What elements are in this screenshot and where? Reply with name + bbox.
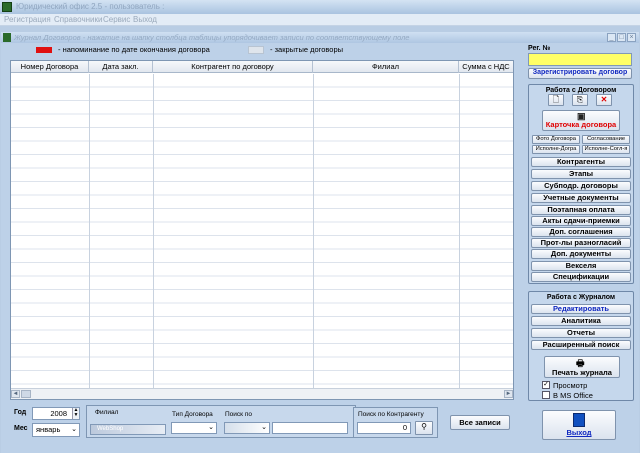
chevron-down-icon[interactable]: ⌄ — [261, 423, 267, 431]
col-divider — [89, 74, 90, 388]
btn-acceptance-acts[interactable]: Акты сдачи-приемки — [531, 216, 631, 226]
btn-accounting-docs[interactable]: Учетные документы — [531, 193, 631, 203]
reg-input[interactable] — [528, 53, 632, 66]
app-titlebar: Юридический офис 2.5 - пользователь : — [0, 0, 640, 14]
journal-panel-title: Работа с Журналом — [546, 294, 616, 301]
contracts-table[interactable]: Номер Договора Дата закл. Контрагент по … — [10, 60, 514, 400]
contract-type-select[interactable]: ⌄ — [171, 422, 217, 434]
month-select[interactable]: январь ⌄ — [32, 423, 80, 437]
app-logo-icon — [2, 2, 12, 12]
copy-doc-icon[interactable]: ⎘ — [572, 94, 588, 106]
chevron-down-icon[interactable]: ⌄ — [71, 424, 77, 436]
search-input[interactable] — [272, 422, 348, 434]
year-spinner-icon[interactable]: ▲ ▼ — [72, 408, 79, 419]
menu-references[interactable]: Справочники — [54, 15, 102, 24]
exit-door-icon — [573, 413, 585, 427]
approval-execution-button[interactable]: Исполне-Согл-я — [582, 145, 630, 154]
contract-photo-button[interactable]: Фото Договора — [532, 135, 580, 144]
contract-execution-button[interactable]: Исполне-Догра — [532, 145, 580, 154]
counterparty-search-input[interactable]: 0 — [357, 422, 411, 434]
chevron-down-icon[interactable]: ⌄ — [208, 423, 214, 431]
delete-icon[interactable]: ✕ — [596, 94, 612, 106]
btn-counterparties[interactable]: Контрагенты — [531, 157, 631, 167]
counterparty-search-label: Поиск по Контрагенту — [358, 411, 424, 418]
journal-icon — [3, 33, 11, 42]
btn-addenda[interactable]: Доп. соглашения — [531, 227, 631, 237]
print-journal-button[interactable]: 🖶 Печать журнала — [544, 356, 620, 378]
menu-exit[interactable]: Выход — [133, 15, 157, 24]
btn-extra-docs[interactable]: Доп. документы — [531, 249, 631, 259]
branch-label: Филиал — [95, 409, 119, 416]
register-contract-button[interactable]: Зарегистрировать договор — [528, 68, 632, 79]
col-divider — [459, 74, 460, 388]
close-icon[interactable]: × — [627, 33, 636, 42]
menu-service[interactable]: Сервис — [103, 15, 130, 24]
reminder-legend: - напоминание по дате окончания договора — [58, 45, 210, 54]
month-label: Мес — [14, 425, 28, 432]
exit-button[interactable]: Выход — [542, 410, 616, 440]
analytics-button[interactable]: Аналитика — [531, 316, 631, 326]
closed-legend: - закрытые договоры — [270, 45, 344, 54]
msoffice-label: В MS Office — [553, 391, 593, 400]
btn-disagreement-protocols[interactable]: Прот-лы разногласий — [531, 238, 631, 248]
scroll-right-icon[interactable]: ► — [504, 390, 513, 398]
scroll-left-icon[interactable]: ◄ — [11, 390, 20, 398]
contract-type-label: Тип Договора — [172, 411, 213, 418]
col-counterparty[interactable]: Контрагент по договору — [153, 61, 313, 73]
horizontal-scrollbar[interactable]: ◄ ► — [11, 388, 513, 399]
binoculars-icon[interactable]: ⚲ — [415, 421, 433, 435]
scroll-thumb[interactable] — [21, 390, 31, 398]
closed-swatch — [248, 46, 264, 54]
edit-button[interactable]: Редактировать — [531, 304, 631, 314]
branch-select[interactable]: WebShop — [90, 424, 166, 435]
col-date[interactable]: Дата закл. — [89, 61, 153, 73]
btn-subcontracts[interactable]: Субподр. договоры — [531, 181, 631, 191]
app-title: Юридический офис 2.5 - пользователь : — [16, 2, 165, 11]
journal-title: Журнал Договоров - нажатие на шапку стол… — [14, 33, 410, 42]
btn-specifications[interactable]: Спецификации — [531, 272, 631, 282]
card-icon: ▣ — [577, 111, 586, 121]
table-body[interactable] — [11, 74, 513, 388]
menubar: Регистрация Справочники Сервис Выход — [0, 14, 640, 26]
reg-label: Рег. № — [528, 45, 551, 52]
all-records-button[interactable]: Все записи — [450, 415, 510, 430]
table-header: Номер Договора Дата закл. Контрагент по … — [11, 61, 513, 73]
approval-button[interactable]: Согласование — [582, 135, 630, 144]
year-label: Год — [14, 409, 27, 416]
printer-icon: 🖶 — [576, 358, 585, 368]
col-branch[interactable]: Филиал — [313, 61, 459, 73]
journal-titlebar: Журнал Договоров - нажатие на шапку стол… — [1, 32, 639, 43]
preview-checkbox[interactable]: ✓ — [542, 381, 550, 389]
msoffice-checkbox[interactable] — [542, 391, 550, 399]
col-divider — [153, 74, 154, 388]
menu-registration[interactable]: Регистрация — [4, 15, 51, 24]
col-sum[interactable]: Сумма с НДС — [459, 61, 513, 73]
maximize-icon[interactable]: □ — [617, 33, 626, 42]
search-field-select[interactable]: ⌄ — [224, 422, 270, 434]
btn-staged-payment[interactable]: Поэтапная оплата — [531, 205, 631, 215]
search-by-label: Поиск по — [225, 411, 252, 418]
btn-promissory-notes[interactable]: Векселя — [531, 261, 631, 271]
reports-button[interactable]: Отчеты — [531, 328, 631, 338]
btn-stages[interactable]: Этапы — [531, 169, 631, 179]
minimize-icon[interactable]: _ — [607, 33, 616, 42]
advanced-search-button[interactable]: Расширенный поиск — [531, 340, 631, 350]
contract-card-button[interactable]: ▣ Карточка договора — [542, 110, 620, 131]
col-number[interactable]: Номер Договора — [11, 61, 89, 73]
col-divider — [313, 74, 314, 388]
preview-label: Просмотр — [553, 381, 588, 390]
contract-panel-title: Работа с Договором — [545, 87, 617, 94]
reminder-swatch — [36, 47, 52, 53]
new-doc-icon[interactable]: 🗋 — [548, 94, 564, 106]
